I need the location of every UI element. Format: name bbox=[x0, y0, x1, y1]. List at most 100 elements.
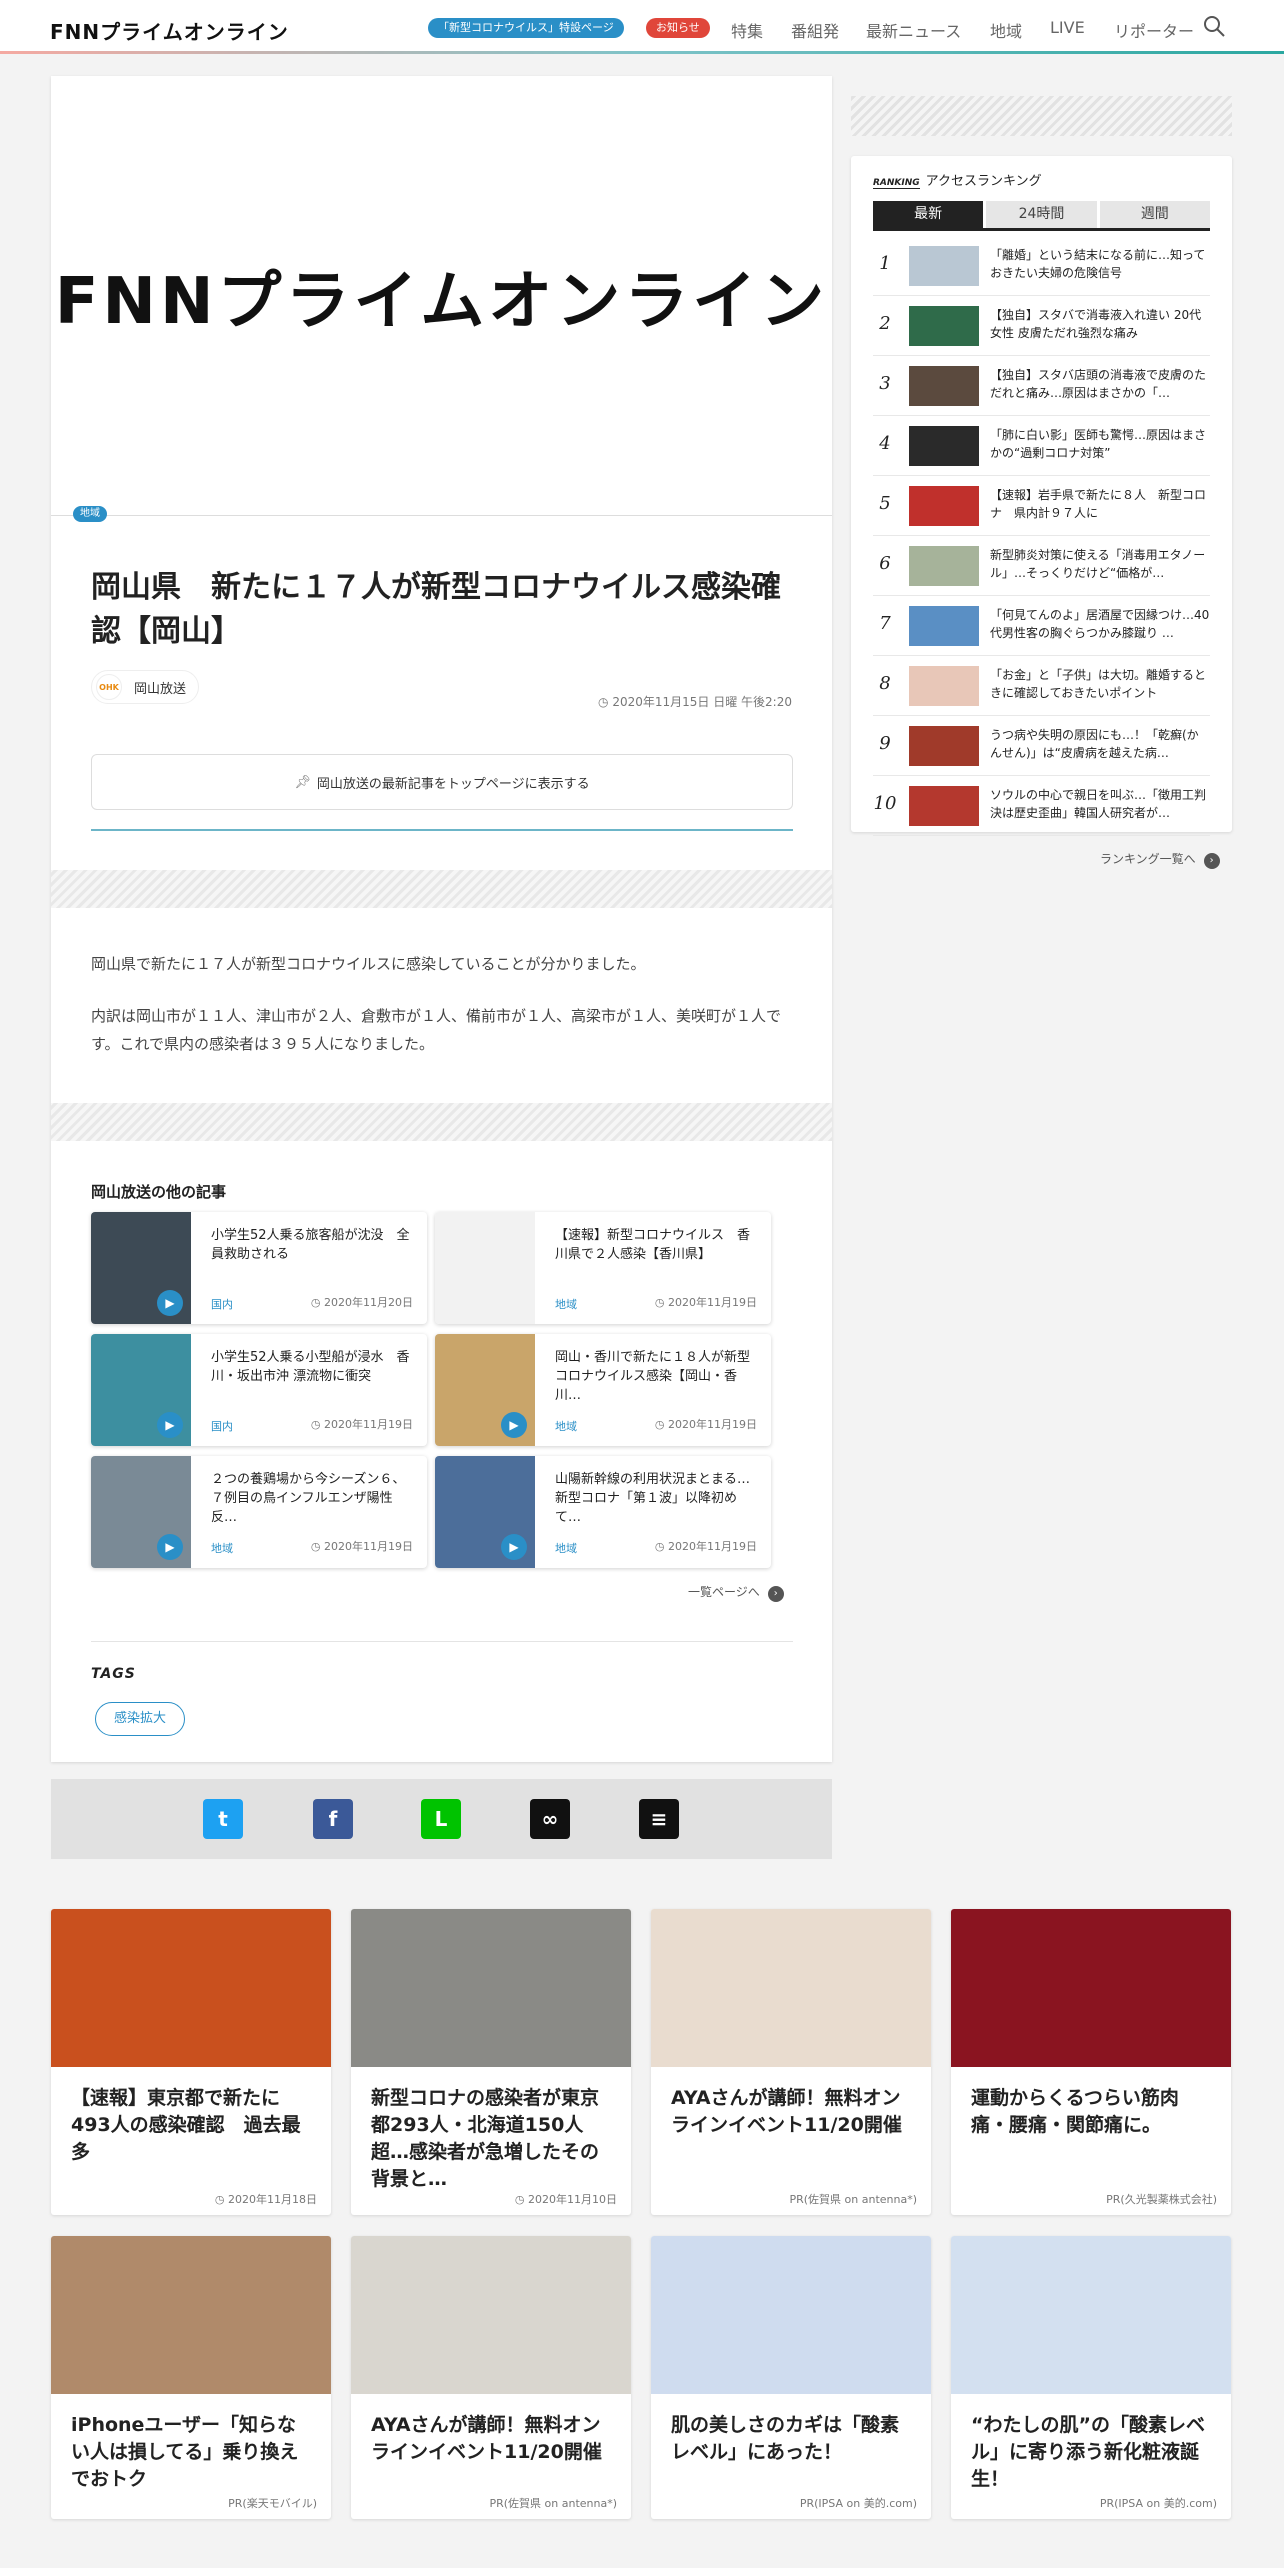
nav-item-latest-news[interactable]: 最新ニュース bbox=[866, 18, 961, 42]
ranking-thumbnail bbox=[909, 486, 979, 526]
ranking-item[interactable]: 2 【独自】スタバで消毒液入れ違い 20代女性 皮膚ただれ強烈な痛み bbox=[873, 296, 1210, 356]
ranking-item[interactable]: 10 ソウルの中心で親日を叫ぶ…「徴用工判決は歴史歪曲」韓国人研究者が… bbox=[873, 776, 1210, 836]
article-title: 岡山県 新たに１７人が新型コロナウイルス感染確認【岡山】 bbox=[91, 570, 781, 649]
twitter-icon: t bbox=[218, 1807, 228, 1831]
related-article-title: 小学生52人乗る旅客船が沈没 全員救助される bbox=[211, 1228, 410, 1262]
clock-icon: ◷ bbox=[654, 1296, 668, 1309]
chevron-right-icon: › bbox=[1203, 853, 1220, 869]
ranking-title: うつ病や失明の原因にも…！「乾癬(かんせん)」は“皮膚病を越えた病… bbox=[990, 728, 1199, 760]
ranking-title: 「離婚」という結末になる前に…知っておきたい夫婦の危険信号 bbox=[990, 248, 1206, 280]
feed-card[interactable]: AYAさんが講師！無料オンラインイベント11/20開催 PR(佐賀県 on ant… bbox=[651, 1909, 931, 2215]
share-link-button[interactable]: ∞ bbox=[530, 1799, 570, 1839]
ranking-item[interactable]: 1 「離婚」という結末になる前に…知っておきたい夫婦の危険信号 bbox=[873, 236, 1210, 296]
ranking-item[interactable]: 3 【独自】スタバ店頭の消毒液で皮膚のただれと痛み…原因はまさかの「… bbox=[873, 356, 1210, 416]
ranking-thumbnail bbox=[909, 606, 979, 646]
search-icon[interactable] bbox=[1202, 14, 1226, 38]
related-article-date: ◷ 2020年11月19日 bbox=[310, 1540, 413, 1553]
feed-card[interactable]: 新型コロナの感染者が東京都293人・北海道150人超…感染者が急増したその背景と… bbox=[351, 1909, 631, 2215]
related-article-title: 山陽新幹線の利用状況まとまる…新型コロナ「第１波」以降初めて… bbox=[555, 1472, 751, 1525]
ranking-more-link[interactable]: ランキング一覧へ › bbox=[1100, 850, 1220, 869]
feed-card[interactable]: AYAさんが講師！無料オンラインイベント11/20開催 PR(佐賀県 on ant… bbox=[351, 2236, 631, 2519]
related-article-category: 地域 bbox=[555, 1298, 577, 1311]
clock-icon: ◷ bbox=[654, 1418, 668, 1431]
ranking-item[interactable]: 7 「何見てんのよ」居酒屋で因縁つけ…40代男性客の胸ぐらつかみ膝蹴り … bbox=[873, 596, 1210, 656]
related-article-thumbnail bbox=[435, 1212, 535, 1324]
divider bbox=[91, 1641, 793, 1642]
tab-latest[interactable]: 最新 bbox=[873, 201, 984, 228]
ranking-thumbnail bbox=[909, 726, 979, 766]
source-chip[interactable]: OHK 岡山放送 bbox=[91, 670, 200, 704]
covid-special-link[interactable]: 「新型コロナウイルス」特設ページ bbox=[428, 18, 624, 38]
ranking-title: 【独自】スタバで消毒液入れ違い 20代女性 皮膚ただれ強烈な痛み bbox=[990, 308, 1202, 340]
nav-item-reporter[interactable]: リポーター bbox=[1114, 18, 1194, 42]
related-article-card[interactable]: ▶ 小学生52人乗る旅客船が沈没 全員救助される 国内 ◷ 2020年11月20日 bbox=[91, 1212, 427, 1324]
nav-item-live[interactable]: LIVE bbox=[1050, 18, 1085, 37]
tab-24h[interactable]: 24時間 bbox=[986, 201, 1097, 228]
feed-card-meta: ◷ 2020年11月10日 bbox=[514, 2193, 617, 2206]
related-article-category: 国内 bbox=[211, 1420, 233, 1433]
share-twitter-button[interactable]: t bbox=[203, 1799, 243, 1839]
related-article-title: 岡山・香川で新たに１８人が新型コロナウイルス感染【岡山・香川… bbox=[555, 1350, 751, 1403]
nav-item-feature[interactable]: 特集 bbox=[731, 18, 763, 42]
ranking-thumbnail bbox=[909, 246, 979, 286]
related-article-category: 国内 bbox=[211, 1298, 233, 1311]
share-line-button[interactable]: L bbox=[421, 1799, 461, 1839]
clock-icon: ◷ bbox=[598, 695, 613, 709]
feed-card-meta: ◷ 2020年11月18日 bbox=[214, 2193, 317, 2206]
feed-card[interactable]: iPhoneユーザー「知らない人は損してる」乗り換えでおトク PR(楽天モバイル) bbox=[51, 2236, 331, 2519]
ranking-number: 9 bbox=[879, 733, 891, 754]
ranking-tabs: 最新 24時間 週間 bbox=[873, 201, 1210, 231]
pin-to-top-button[interactable]: 📌︎ 岡山放送の最新記事をトップページに表示する bbox=[91, 754, 793, 810]
feed-card[interactable]: 運動からくるつらい筋肉痛・腰痛・関節痛に。 PR(久光製薬株式会社) bbox=[951, 1909, 1231, 2215]
ranking-item[interactable]: 8 「お金」と「子供」は大切。離婚するときに確認しておきたいポイント bbox=[873, 656, 1210, 716]
feed-card-title: AYAさんが講師！無料オンラインイベント11/20開催 bbox=[671, 2087, 902, 2136]
divider bbox=[91, 829, 793, 831]
hero-image: FNNプライムオンライン bbox=[51, 76, 832, 516]
ranking-item[interactable]: 5 【速報】岩手県で新たに８人 新型コロナ 県内計９７人に bbox=[873, 476, 1210, 536]
divider bbox=[51, 515, 832, 516]
notice-link[interactable]: お知らせ bbox=[646, 18, 710, 38]
related-article-card[interactable]: ▶ 小学生52人乗る小型船が浸水 香川・坂出市沖 漂流物に衝突 国内 ◷ 2020年1… bbox=[91, 1334, 427, 1446]
ranking-number: 2 bbox=[879, 313, 891, 334]
related-article-date: ◷ 2020年11月20日 bbox=[310, 1296, 413, 1309]
related-article-card[interactable]: ▶ 岡山・香川で新たに１８人が新型コロナウイルス感染【岡山・香川… 地域 ◷ 2020… bbox=[435, 1334, 771, 1446]
nav-item-region[interactable]: 地域 bbox=[990, 18, 1022, 42]
tab-weekly[interactable]: 週間 bbox=[1099, 201, 1210, 228]
ranking-number: 8 bbox=[879, 673, 891, 694]
related-article-card[interactable]: ▶ 山陽新幹線の利用状況まとまる…新型コロナ「第１波」以降初めて… 地域 ◷ 2020… bbox=[435, 1456, 771, 1568]
category-badge[interactable]: 地域 bbox=[73, 506, 107, 522]
feed-card-image bbox=[51, 2236, 331, 2394]
facebook-icon: f bbox=[328, 1807, 338, 1831]
feed-card[interactable]: 肌の美しさのカギは「酸素レベル」にあった！ PR(IPSA on 美的.com) bbox=[651, 2236, 931, 2519]
tags-title: TAGS bbox=[91, 1666, 136, 1682]
ranking-item[interactable]: 9 うつ病や失明の原因にも…！「乾癬(かんせん)」は“皮膚病を越えた病… bbox=[873, 716, 1210, 776]
feed-card-image bbox=[951, 2236, 1231, 2394]
related-article-category: 地域 bbox=[555, 1542, 577, 1555]
tag-pill[interactable]: 感染拡大 bbox=[95, 1702, 186, 1736]
ranking-item[interactable]: 6 新型肺炎対策に使える「消毒用エタノール」…そっくりだけど“価格が… bbox=[873, 536, 1210, 596]
feed-card-title: iPhoneユーザー「知らない人は損してる」乗り換えでおトク bbox=[71, 2414, 299, 2490]
feed-card[interactable]: 【速報】東京都で新たに493人の感染確認 過去最多 ◷ 2020年11月18日 bbox=[51, 1909, 331, 2215]
feed-card-meta: PR(楽天モバイル) bbox=[228, 2497, 317, 2510]
nav-item-programs[interactable]: 番組発 bbox=[791, 18, 839, 42]
feed-card-title: 肌の美しさのカギは「酸素レベル」にあった！ bbox=[671, 2414, 900, 2463]
ranking-item[interactable]: 4 「肺に白い影」医師も驚愕…原因はまさかの“過剰コロナ対策” bbox=[873, 416, 1210, 476]
ranking-thumbnail bbox=[909, 426, 979, 466]
site-logo[interactable]: FNNプライムオンライン bbox=[50, 16, 289, 45]
ranking-thumbnail bbox=[909, 546, 979, 586]
ranking-number: 5 bbox=[879, 493, 891, 514]
feed-card-meta: PR(久光製薬株式会社) bbox=[1106, 2193, 1217, 2206]
clock-icon: ◷ bbox=[654, 1540, 668, 1553]
related-more-link[interactable]: 一覧ページへ › bbox=[688, 1583, 784, 1602]
feed-card[interactable]: “わたしの肌”の「酸素レベル」に寄り添う新化粧液誕生！ PR(IPSA on 美的… bbox=[951, 2236, 1231, 2519]
stripe-divider bbox=[51, 1103, 832, 1141]
share-facebook-button[interactable]: f bbox=[313, 1799, 353, 1839]
video-icon: ▶ bbox=[157, 1412, 183, 1438]
publish-date: ◷ 2020年11月15日 日曜 午後2:20 bbox=[598, 695, 792, 709]
feed-card-image bbox=[651, 2236, 931, 2394]
related-article-card[interactable]: ▶ ２つの養鶏場から今シーズン６、７例目の鳥インフルエンザ陽性反… 地域 ◷ 2020… bbox=[91, 1456, 427, 1568]
ranking-thumbnail bbox=[909, 666, 979, 706]
related-article-card[interactable]: 【速報】新型コロナウイルス 香川県で２人感染【香川県】 地域 ◷ 2020年11月1… bbox=[435, 1212, 771, 1324]
share-comment-button[interactable]: ≡ bbox=[639, 1799, 679, 1839]
chevron-right-icon: › bbox=[767, 1586, 784, 1602]
